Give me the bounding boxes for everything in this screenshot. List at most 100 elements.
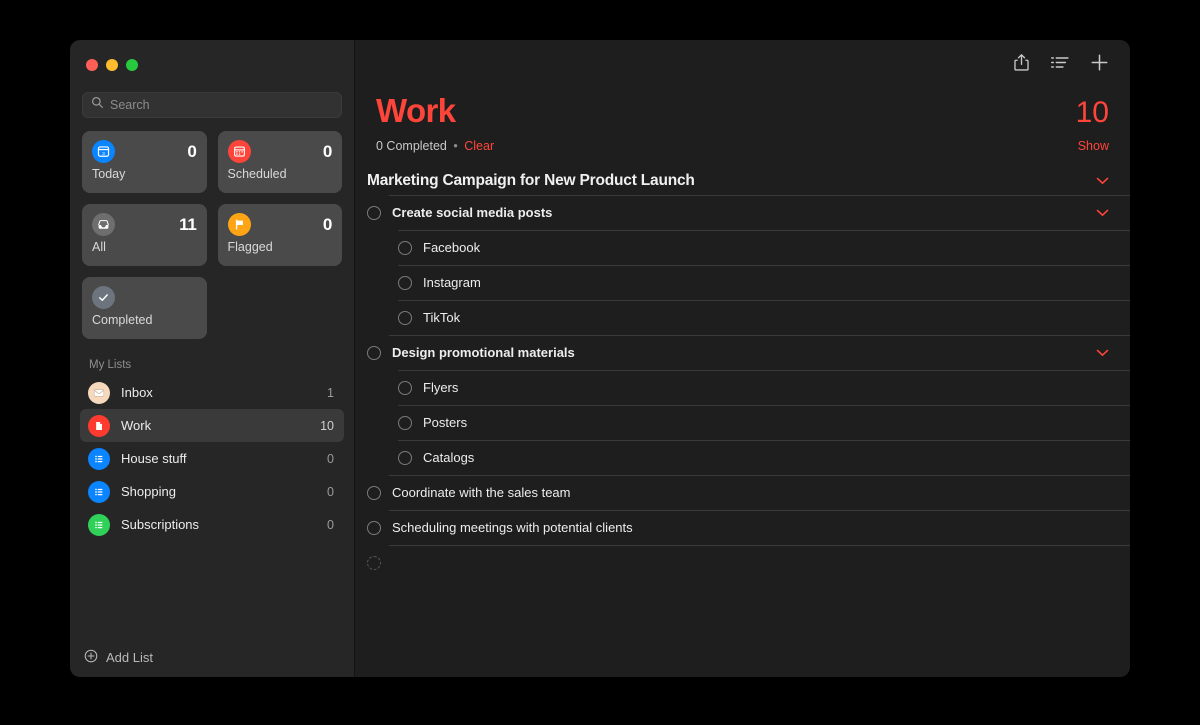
window-controls [70,40,354,84]
chevron-down-icon[interactable] [1096,177,1109,185]
row-divider [398,440,1130,441]
close-button[interactable] [86,59,98,71]
list-label: Inbox [121,385,153,400]
sidebar-item-house-stuff[interactable]: House stuff 0 [80,442,344,475]
task-checkbox-icon[interactable] [398,415,412,430]
sidebar-item-subscriptions[interactable]: Subscriptions 0 [80,508,344,541]
smart-card-label: Completed [92,313,153,327]
task-checkbox-icon[interactable] [398,380,412,395]
task-row[interactable]: Facebook [355,230,1130,265]
smart-card-all[interactable]: 11 All [82,204,207,266]
task-label: Facebook [423,240,481,255]
task-row[interactable]: Posters [355,405,1130,440]
list-meta: 0 Completed • Clear Show [355,130,1130,153]
minimize-button[interactable] [106,59,118,71]
toolbar [355,40,1130,84]
list-label: House stuff [121,451,187,466]
task-checkbox-icon[interactable] [367,205,381,220]
list-icon [88,447,110,470]
smart-card-completed[interactable]: Completed [82,277,207,339]
list-count: 10 [320,418,334,433]
list-count: 1 [327,385,334,400]
task-list: Marketing Campaign for New Product Launc… [355,153,1130,677]
task-row[interactable]: Scheduling meetings with potential clien… [355,510,1130,545]
row-divider [389,510,1130,511]
add-list-button[interactable]: Add List [70,637,354,677]
chevron-down-icon[interactable] [1096,209,1109,217]
task-checkbox-icon[interactable] [398,450,412,465]
sidebar-item-shopping[interactable]: Shopping 0 [80,475,344,508]
task-label: Instagram [423,275,481,290]
show-completed-button[interactable]: Show [1078,139,1109,153]
row-divider [389,475,1130,476]
smart-card-label: Scheduled [227,167,287,181]
task-row[interactable]: Design promotional materials [355,335,1130,370]
task-row[interactable]: Create social media posts [355,195,1130,230]
task-label: Design promotional materials [392,345,575,360]
list-header: Work 10 [355,84,1130,130]
plus-icon[interactable] [1090,53,1109,72]
smart-card-label: Today [92,167,126,181]
smart-card-today[interactable]: 3 0 Today [82,131,207,193]
task-checkbox-icon[interactable] [367,520,381,535]
row-divider [398,265,1130,266]
search-icon [91,96,104,114]
share-icon[interactable] [1013,53,1030,72]
row-divider [389,195,1130,196]
maximize-button[interactable] [126,59,138,71]
list-count: 0 [327,517,334,532]
task-checkbox-icon[interactable] [398,240,412,255]
smart-card-count: 0 [322,214,332,234]
list-label: Shopping [121,484,176,499]
smart-card-count: 11 [179,214,197,234]
task-label: Flyers [423,380,459,395]
sidebar-item-inbox[interactable]: Inbox 1 [80,376,344,409]
user-lists: Inbox 1 Work 10 House stuff 0 Shopping 0… [70,376,354,541]
reminders-window: 3 0 Today [70,40,1130,677]
task-checkbox-icon[interactable] [398,275,412,290]
row-divider [398,405,1130,406]
search-field[interactable] [82,92,342,118]
task-checkbox-icon[interactable] [398,310,412,325]
smart-card-flagged[interactable]: 0 Flagged [217,204,342,266]
completed-count-label: 0 Completed [376,139,447,153]
row-divider [389,545,1130,546]
task-label: Catalogs [423,450,475,465]
svg-text:3: 3 [102,151,105,157]
smart-card-count: 0 [322,141,332,161]
list-label: Subscriptions [121,517,200,532]
row-divider [398,370,1130,371]
row-divider [398,300,1130,301]
search-input[interactable] [110,98,333,112]
calendar-icon [227,140,251,163]
task-row[interactable]: TikTok [355,300,1130,335]
clear-button[interactable]: Clear [464,139,494,153]
list-sort-icon[interactable] [1051,55,1069,70]
list-label: Work [121,418,152,433]
new-reminder-circle-icon[interactable] [367,555,381,570]
task-checkbox-icon[interactable] [367,345,381,360]
inbox-tray-icon [92,213,115,236]
add-list-label: Add List [106,649,153,665]
sidebar-item-work[interactable]: Work 10 [80,409,344,442]
task-row[interactable]: Instagram [355,265,1130,300]
chevron-down-icon[interactable] [1096,349,1109,357]
smart-card-label: Flagged [227,240,273,254]
task-label: Posters [423,415,468,430]
task-label: TikTok [423,310,461,325]
task-row[interactable]: Coordinate with the sales team [355,475,1130,510]
plus-circle-icon [84,649,98,666]
list-icon [88,480,110,503]
new-reminder-row[interactable] [355,545,1130,580]
task-label: Scheduling meetings with potential clien… [392,520,633,535]
smart-card-scheduled[interactable]: 0 Scheduled [217,131,342,193]
page-title: Work [376,92,456,129]
smart-card-count: 0 [187,141,197,161]
list-count: 0 [327,484,334,499]
flag-icon [227,213,251,236]
task-checkbox-icon[interactable] [367,485,381,500]
group-title: Marketing Campaign for New Product Launc… [367,172,695,189]
task-row[interactable]: Flyers [355,370,1130,405]
task-group-header[interactable]: Marketing Campaign for New Product Launc… [355,167,1130,195]
task-row[interactable]: Catalogs [355,440,1130,475]
